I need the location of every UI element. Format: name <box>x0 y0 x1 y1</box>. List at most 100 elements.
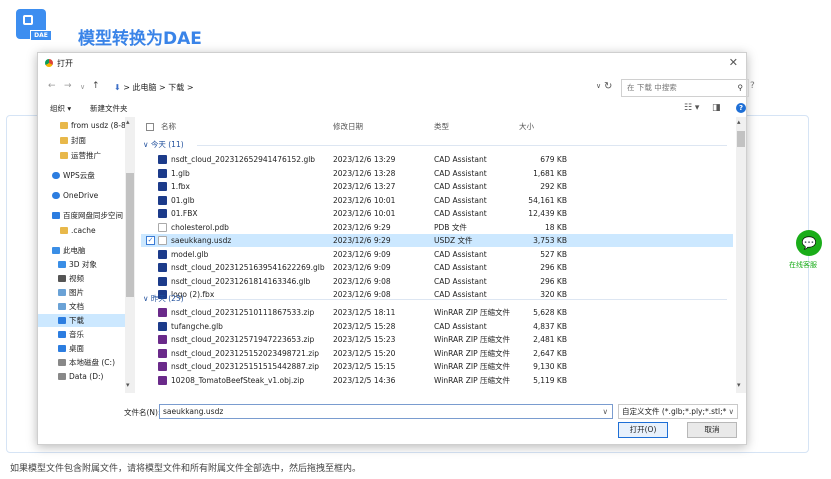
file-row[interactable]: 1.fbx 2023/12/6 13:27 CAD Assistant 292 KB <box>141 180 733 193</box>
file-row[interactable]: nsdt_cloud_2023125151515442887.zip 2023/1… <box>141 360 733 373</box>
open-button[interactable]: 打开(O) <box>618 422 668 438</box>
path-dropdown-icon[interactable]: ∨ <box>596 82 601 90</box>
scrollbar-thumb[interactable] <box>737 131 745 147</box>
file-row[interactable]: model.glb 2023/12/6 9:09 CAD Assistant 527 … <box>141 248 733 261</box>
file-icon <box>158 308 167 317</box>
file-date: 2023/12/5 15:28 <box>333 321 396 331</box>
file-row[interactable]: nsdt_cloud_202312515202349872​1.zip 2023/… <box>141 347 733 360</box>
address-bar: ← → ∨ ↑ ⬇ > 此电脑 > 下载 > ∨ ↻ 在 下载 中搜索 ⚲ <box>44 79 749 97</box>
file-type: CAD Assistant <box>434 195 487 205</box>
breadcrumb-this-pc[interactable]: 此电脑 <box>133 83 157 92</box>
file-date: 2023/12/5 15:15 <box>333 362 396 371</box>
filetype-select[interactable]: 自定义文件 (*.glb;*.ply;*.stl;*.o ∨ <box>618 404 738 419</box>
cancel-button[interactable]: 取消 <box>687 422 737 438</box>
nav-item-wps-cloud[interactable]: WPS云盘 <box>38 169 134 182</box>
file-date: 2023/12/5 15:23 <box>333 335 396 344</box>
breadcrumb[interactable]: ⬇ > 此电脑 > 下载 > <box>114 79 634 97</box>
scroll-down-icon[interactable]: ▾ <box>126 381 130 389</box>
file-row[interactable]: 01.FBX 2023/12/6 10:01 CAD Assistant 12,439… <box>141 207 733 220</box>
file-size: 2,481 KB <box>533 335 567 344</box>
navigation-scrollbar[interactable]: ▴ ▾ <box>125 117 135 393</box>
nav-item-cache[interactable]: .cache <box>38 224 134 237</box>
file-name: 1.glb <box>171 168 190 178</box>
file-row[interactable]: cholesterol.pdb 2023/12/6 9:29 PDB 文件 18 KB <box>141 221 733 234</box>
select-all-checkbox[interactable] <box>146 123 154 131</box>
online-service-label[interactable]: 在线客服 <box>789 260 817 270</box>
scroll-up-icon[interactable]: ▴ <box>126 118 130 126</box>
file-type: WinRAR ZIP 压缩文件 <box>434 335 510 344</box>
recent-dropdown-icon[interactable]: ∨ <box>80 83 85 91</box>
scroll-down-icon[interactable]: ▾ <box>737 381 741 389</box>
column-size[interactable]: 大小 <box>519 121 534 133</box>
file-icon <box>158 155 167 164</box>
file-type: PDB 文件 <box>434 222 467 232</box>
nav-item-documents[interactable]: 文档 <box>38 300 134 313</box>
nav-item-onedrive[interactable]: OneDrive <box>38 189 134 202</box>
file-type: CAD Assistant <box>434 182 487 191</box>
breadcrumb-downloads[interactable]: 下载 <box>168 83 184 92</box>
file-row[interactable]: ✓ saeukkang.usdz 2023/12/6 9:29 USDZ 文件 3,75… <box>141 234 733 247</box>
dialog-toolbar: 组织 ▾ 新建文件夹 ☷ ▾ ◨ ? <box>48 101 746 115</box>
refresh-icon[interactable]: ↻ <box>604 81 612 92</box>
up-arrow-icon[interactable]: ↑ <box>92 81 100 91</box>
help-icon[interactable]: ? <box>736 103 746 113</box>
cube-icon <box>58 261 66 268</box>
file-row[interactable]: tufangche.glb 2023/12/5 15:28 CAD Assistan… <box>141 320 733 333</box>
file-name: model.glb <box>171 249 209 259</box>
nav-item-this-pc[interactable]: 此电脑 <box>38 244 134 257</box>
file-date: 2023/12/6 9:29 <box>333 236 391 245</box>
scrollbar-thumb[interactable] <box>126 173 134 297</box>
chevron-down-icon[interactable]: ∨ <box>726 405 734 418</box>
back-arrow-icon[interactable]: ← <box>48 81 56 91</box>
close-icon[interactable]: ✕ <box>729 56 738 69</box>
nav-item-drive-d[interactable]: Data (D:) <box>38 370 134 383</box>
nav-item-from-usdz[interactable]: from usdz (8-8 ^ <box>38 119 134 132</box>
nav-item-3d-objects[interactable]: 3D 对象 <box>38 258 134 271</box>
nav-item-videos[interactable]: 视频 <box>38 272 134 285</box>
column-date[interactable]: 修改日期 <box>333 121 363 133</box>
nav-item-drive-c[interactable]: 本地磁盘 (C:) <box>38 356 134 369</box>
file-type: USDZ 文件 <box>434 236 473 245</box>
search-input[interactable]: 在 下载 中搜索 ⚲ <box>621 79 749 97</box>
file-row[interactable]: nsdt_cloud_20231257194722​3653.zip 2023/1… <box>141 333 733 346</box>
file-name: nsdt_cloud_202312652941476152.glb <box>171 155 316 164</box>
new-folder-button[interactable]: 新建文件夹 <box>90 103 128 114</box>
nav-item-promotion[interactable]: 运营推广 <box>38 149 134 162</box>
chevron-down-icon[interactable]: ∨ <box>603 405 609 418</box>
forward-arrow-icon[interactable]: → <box>64 81 72 91</box>
nav-item-music[interactable]: 音乐 <box>38 328 134 341</box>
group-header-yesterday[interactable]: ∨ 昨天 (25) <box>143 293 727 305</box>
file-list-scrollbar[interactable]: ▴ ▾ <box>736 117 746 393</box>
file-row[interactable]: 01.glb 2023/12/6 10:01 CAD Assistant 54,161… <box>141 194 733 207</box>
nav-item-downloads[interactable]: 下载 <box>38 314 134 327</box>
row-checkbox[interactable]: ✓ <box>146 236 155 245</box>
nav-item-pictures[interactable]: 图片 <box>38 286 134 299</box>
drop-hint-text: 如果模型文件包含附属文件，请将模型文件和所有附属文件全部选中，然后拖拽至框内。 <box>10 464 362 474</box>
file-row[interactable]: nsdt_cloud_20231251639541622269.glb 2023/… <box>141 261 733 274</box>
file-type: WinRAR ZIP 压缩文件 <box>434 362 510 371</box>
column-name[interactable]: 名称 <box>161 121 176 133</box>
file-name: tufangche.glb <box>171 321 223 331</box>
file-row[interactable]: nsdt_cloud_202312652941476152.glb 2023/12… <box>141 153 733 166</box>
file-row[interactable]: nsdt_cloud_20231261814163346.glb 2023/12/… <box>141 275 733 288</box>
file-row[interactable]: 10208_TomatoBeefSteak_v1.obj.zip 2023/12/… <box>141 374 733 387</box>
nav-item-desktop[interactable]: 桌面 <box>38 342 134 355</box>
file-icon <box>158 195 167 205</box>
file-date: 2023/12/6 9:09 <box>333 249 391 259</box>
nav-item-cover[interactable]: 封面 <box>38 134 134 147</box>
file-icon <box>158 335 167 344</box>
filename-input[interactable]: saeukkang.usdz ∨ <box>159 404 613 419</box>
view-options-icon[interactable]: ☷ ▾ <box>684 103 699 113</box>
wechat-icon[interactable]: 💬 <box>796 230 822 256</box>
file-icon <box>158 348 167 358</box>
organize-button[interactable]: 组织 ▾ <box>50 103 71 114</box>
file-row[interactable]: 1.glb 2023/12/6 13:28 CAD Assistant 1,681 K… <box>141 167 733 180</box>
nav-item-baidu-sync[interactable]: 百度网盘同步空间 <box>38 209 134 222</box>
column-type[interactable]: 类型 <box>434 121 449 133</box>
file-size: 2,647 KB <box>533 348 567 358</box>
search-icon[interactable]: ⚲ <box>738 80 744 96</box>
scroll-up-icon[interactable]: ▴ <box>737 118 741 126</box>
group-header-today[interactable]: ∨ 今天 (11) <box>143 139 727 151</box>
file-row[interactable]: nsdt_cloud_20231251011186753​3.zip 2023/1… <box>141 306 733 319</box>
preview-pane-icon[interactable]: ◨ <box>712 103 721 113</box>
